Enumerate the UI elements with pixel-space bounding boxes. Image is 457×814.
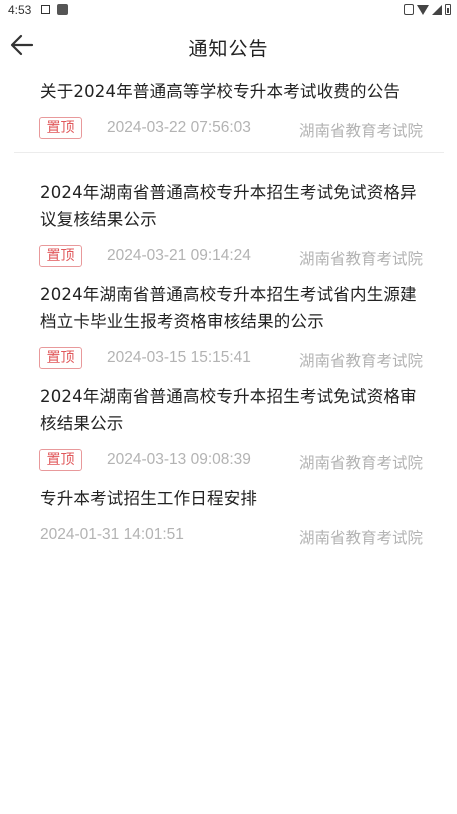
- page-title: 通知公告: [188, 38, 269, 60]
- notice-title: 专升本考试招生工作日程安排: [40, 489, 258, 508]
- status-bar: 4:53: [0, 0, 457, 20]
- notice-date: 2024-03-22 07:56:03: [107, 119, 251, 136]
- status-time: 4:53: [8, 3, 32, 17]
- notice-date: 2024-03-13 09:08:39: [107, 451, 251, 468]
- notice-date: 2024-03-15 15:15:41: [107, 349, 251, 366]
- pinned-badge: 置顶: [39, 117, 82, 139]
- pinned-badge: 置顶: [39, 347, 82, 369]
- notice-source: 湖南省教育考试院: [298, 122, 423, 140]
- battery-icon: [445, 4, 451, 15]
- status-icons: [404, 4, 451, 15]
- notification-app-icon: [41, 5, 50, 14]
- pinned-badge: 置顶: [39, 245, 82, 267]
- app-header: 通知公告: [0, 20, 457, 72]
- signal-icon: [432, 4, 442, 15]
- notice-item[interactable]: 专升本考试招生工作日程安排 2024-01-31 14:01:51 湖南省教育考…: [0, 483, 457, 555]
- notice-item[interactable]: 2024年湖南省普通高校专升本招生考试省内生源建档立卡毕业生报考资格审核结果的公…: [0, 279, 457, 377]
- notice-title: 2024年湖南省普通高校专升本招生考试省内生源建档立卡毕业生报考资格审核结果的公…: [40, 285, 417, 331]
- pinned-badge: 置顶: [39, 449, 82, 471]
- notification-square-icon: [57, 4, 68, 15]
- notice-title: 2024年湖南省普通高校专升本招生考试免试资格异议复核结果公示: [40, 183, 417, 229]
- notice-item[interactable]: 2024年湖南省普通高校专升本招生考试免试资格异议复核结果公示 置顶 2024-…: [0, 177, 457, 275]
- notice-item[interactable]: 关于2024年普通高等学校专升本考试收费的公告 置顶 2024-03-22 07…: [0, 72, 457, 154]
- notice-source: 湖南省教育考试院: [298, 250, 423, 268]
- notice-source: 湖南省教育考试院: [298, 454, 423, 472]
- vibrate-icon: [404, 4, 414, 15]
- notice-date: 2024-01-31 14:01:51: [40, 526, 184, 543]
- divider: [14, 152, 444, 153]
- notice-item[interactable]: 2024年湖南省普通高校专升本招生考试免试资格审核结果公示 置顶 2024-03…: [0, 381, 457, 479]
- notice-title: 关于2024年普通高等学校专升本考试收费的公告: [40, 82, 401, 101]
- wifi-icon: [417, 4, 429, 15]
- notice-source: 湖南省教育考试院: [298, 529, 423, 547]
- notice-title: 2024年湖南省普通高校专升本招生考试免试资格审核结果公示: [40, 387, 417, 433]
- notice-date: 2024-03-21 09:14:24: [107, 247, 251, 264]
- notice-source: 湖南省教育考试院: [298, 352, 423, 370]
